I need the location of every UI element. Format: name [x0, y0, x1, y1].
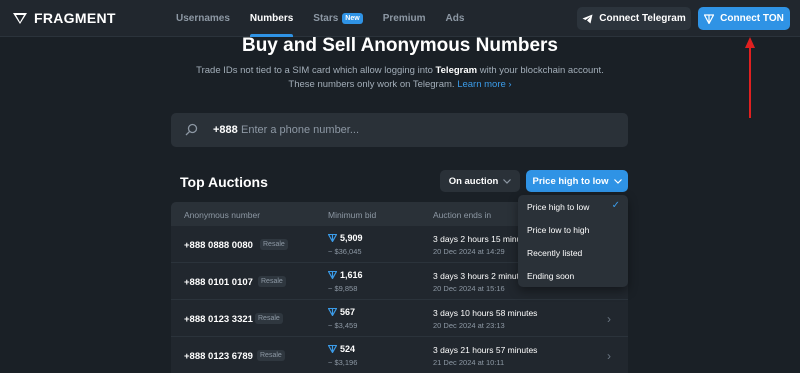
subtitle-text: These numbers only work on Telegram. — [288, 79, 455, 90]
chevron-right-icon: › — [607, 349, 611, 363]
phone-number: +888 0123 6789 — [184, 351, 253, 362]
nav-ads[interactable]: Ads — [446, 0, 465, 37]
sort-option-recently-listed[interactable]: Recently listed — [518, 241, 628, 264]
subtitle-text: with your blockchain account. — [477, 65, 604, 76]
section-title: Top Auctions — [180, 174, 268, 190]
nav-stars[interactable]: Stars New — [313, 0, 363, 37]
resale-badge: Resale — [255, 313, 283, 324]
auction-ends: 3 days 21 hours 57 minutes — [433, 345, 538, 355]
page-subtitle: Trade IDs not tied to a SIM card which a… — [0, 64, 800, 92]
chevron-right-icon: › — [607, 312, 611, 326]
checkmark-icon: ✓ — [611, 200, 620, 211]
column-header: Auction ends in — [433, 210, 492, 220]
sort-dropdown-label: Price high to low — [532, 175, 609, 187]
search-icon — [185, 123, 198, 136]
main-nav: Usernames Numbers Stars New Premium Ads — [176, 0, 484, 37]
bid-usd: ~ $3,196 — [328, 358, 358, 367]
nav-label: Usernames — [176, 13, 230, 24]
sort-menu: Price high to low ✓ Price low to high Re… — [518, 195, 628, 287]
bid-usd: ~ $9,858 — [328, 284, 358, 293]
connect-telegram-button[interactable]: Connect Telegram — [577, 7, 691, 30]
nav-label: Stars — [313, 13, 339, 24]
sort-option-label: Price high to low — [527, 201, 590, 212]
table-row[interactable]: +888 0123 3321 Resale 567 ~ $3,459 3 day… — [171, 300, 628, 337]
fragment-logo-icon — [13, 13, 27, 24]
learn-more-link[interactable]: Learn more › — [457, 79, 511, 90]
search-prefix: +888 — [213, 124, 238, 136]
new-badge: New — [342, 13, 363, 24]
sort-option-ending-soon[interactable]: Ending soon — [518, 264, 628, 287]
auction-date: 20 Dec 2024 at 14:29 — [433, 247, 505, 256]
nav-label: Premium — [382, 13, 426, 24]
status-filter-label: On auction — [448, 175, 499, 187]
auction-ends: 3 days 10 hours 58 minutes — [433, 308, 538, 318]
subtitle-telegram: Telegram — [435, 65, 478, 76]
top-bar: FRAGMENT Usernames Numbers Stars New Prem… — [0, 0, 800, 37]
fragment-logo[interactable]: FRAGMENT — [12, 10, 116, 26]
search-input[interactable] — [241, 119, 611, 141]
sort-option-price-low-to-high[interactable]: Price low to high — [518, 218, 628, 241]
ton-icon — [328, 308, 337, 316]
column-header: Minimum bid — [328, 210, 377, 220]
ton-icon — [704, 13, 715, 24]
min-bid: 1,616 — [328, 270, 363, 280]
bid-value: 567 — [340, 307, 356, 317]
nav-usernames[interactable]: Usernames — [176, 0, 230, 37]
telegram-icon — [582, 14, 593, 23]
sort-option-label: Ending soon — [527, 270, 575, 281]
subtitle-text: Trade IDs not tied to a SIM card which a… — [196, 65, 436, 76]
bid-value: 5,909 — [340, 233, 363, 243]
ton-icon — [328, 271, 337, 279]
sort-dropdown[interactable]: Price high to low — [526, 170, 628, 192]
min-bid: 524 — [328, 344, 355, 354]
bid-value: 1,616 — [340, 270, 363, 280]
column-header: Anonymous number — [184, 210, 261, 220]
bid-usd: ~ $3,459 — [328, 321, 358, 330]
sort-option-label: Price low to high — [527, 224, 590, 235]
min-bid: 5,909 — [328, 233, 363, 243]
ton-icon — [328, 234, 337, 242]
brand-name: FRAGMENT — [34, 10, 116, 26]
status-filter-dropdown[interactable]: On auction — [440, 170, 520, 192]
sort-option-price-high-to-low[interactable]: Price high to low ✓ — [518, 195, 628, 218]
connect-ton-label: Connect TON — [720, 13, 784, 24]
auction-ends: 3 days 3 hours 2 minutes — [433, 271, 528, 281]
chevron-down-icon — [613, 178, 622, 184]
chevron-down-icon — [503, 178, 512, 184]
min-bid: 567 — [328, 307, 355, 317]
number-search: +888 — [171, 113, 628, 147]
phone-number: +888 0101 0107 — [184, 277, 253, 288]
page-title: Buy and Sell Anonymous Numbers — [241, 35, 558, 56]
auction-date: 20 Dec 2024 at 15:16 — [433, 284, 505, 293]
auction-date: 20 Dec 2024 at 23:13 — [433, 321, 505, 330]
nav-premium[interactable]: Premium — [383, 0, 426, 37]
sort-option-label: Recently listed — [527, 247, 583, 258]
resale-badge: Resale — [260, 239, 288, 250]
auction-date: 21 Dec 2024 at 10:11 — [433, 358, 505, 367]
bid-usd: ~ $36,045 — [328, 247, 362, 256]
nav-numbers[interactable]: Numbers — [249, 0, 294, 37]
connect-telegram-label: Connect Telegram — [599, 13, 686, 24]
phone-number: +888 0888 0080 — [184, 240, 253, 251]
table-row[interactable]: +888 0123 6789 Resale 524 ~ $3,196 3 day… — [171, 337, 628, 373]
resale-badge: Resale — [258, 276, 286, 287]
nav-label: Numbers — [249, 13, 294, 24]
connect-ton-button[interactable]: Connect TON — [698, 7, 790, 30]
nav-label: Ads — [445, 13, 465, 24]
resale-badge: Resale — [257, 350, 285, 361]
ton-icon — [328, 345, 337, 353]
bid-value: 524 — [340, 344, 356, 354]
phone-number: +888 0123 3321 — [184, 314, 253, 325]
